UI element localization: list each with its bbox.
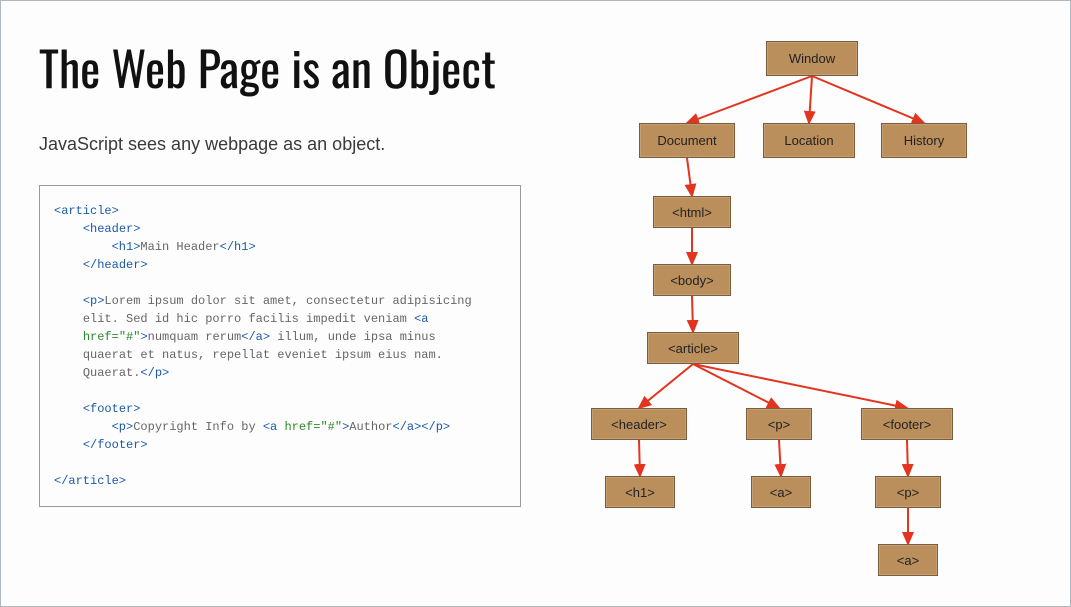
- tree-node-h1: <h1>: [605, 476, 675, 508]
- dom-tree-diagram: Window Document Location History <html> <body…: [541, 1, 1070, 606]
- tree-node-header: <header>: [591, 408, 687, 440]
- tree-node-footer: <footer>: [861, 408, 953, 440]
- tree-node-a1: <a>: [751, 476, 811, 508]
- tree-node-article: <article>: [647, 332, 739, 364]
- tree-node-document: Document: [639, 123, 735, 158]
- tree-node-location: Location: [763, 123, 855, 158]
- tree-node-body: <body>: [653, 264, 731, 296]
- tree-node-history: History: [881, 123, 967, 158]
- tree-node-p1: <p>: [746, 408, 812, 440]
- tree-node-window: Window: [766, 41, 858, 76]
- tree-node-a2: <a>: [878, 544, 938, 576]
- slide-subtitle: JavaScript sees any webpage as an object…: [39, 134, 521, 155]
- slide-title: The Web Page is an Object: [39, 31, 521, 102]
- tree-node-p2: <p>: [875, 476, 941, 508]
- code-example-box: <article> <header> <h1>Main Header</h1> …: [39, 185, 521, 507]
- tree-node-html: <html>: [653, 196, 731, 228]
